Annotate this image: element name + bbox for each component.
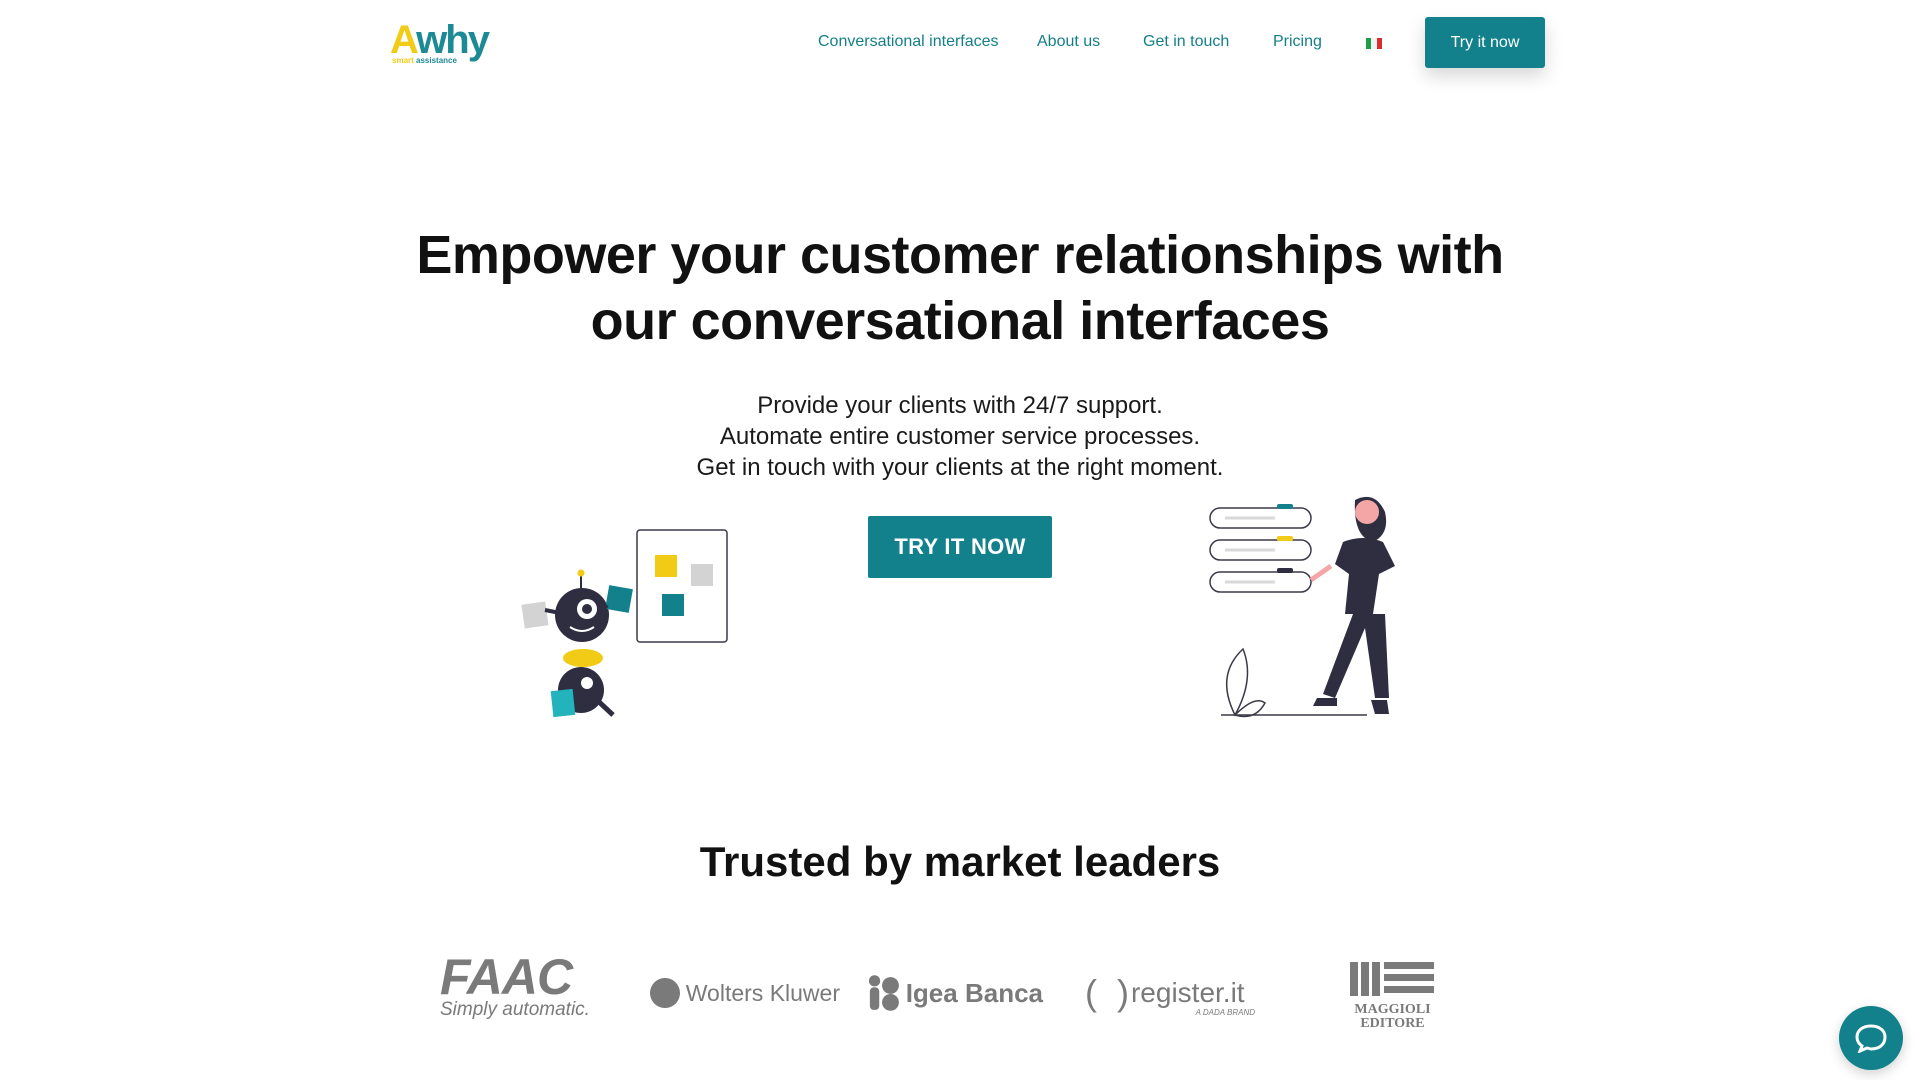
robots-illustration [521,529,728,718]
client-logo-maggioli: MAGGIOLI EDITORE [1345,960,1440,1031]
site-header: Awhy smart assistance Conversational int… [0,0,1920,86]
client-logo-faac: FAAC Simply automatic. [440,949,590,1020]
hero-subtitle-line: Automate entire customer service process… [719,423,1201,450]
hero-try-it-now-button[interactable]: TRY IT NOW [868,516,1052,578]
nav-pricing[interactable]: Pricing [1273,33,1322,51]
nav-get-in-touch[interactable]: Get in touch [1143,33,1229,51]
hero-subtitle: Provide your clients with 24/7 support. … [0,390,1920,483]
wolters-kluwer-icon [650,978,680,1008]
chat-bubble-icon [1855,1024,1887,1053]
awhy-logo[interactable]: Awhy smart assistance [390,18,490,68]
igea-banca-icon [868,975,899,1011]
italy-flag-icon[interactable] [1366,38,1382,49]
client-logo-wolters-kluwer: Wolters Kluwer [650,978,840,1008]
trusted-section-title: Trusted by market leaders [699,838,1221,885]
hero-subtitle-line: Provide your clients with 24/7 support. [757,392,1163,419]
hero-subtitle-line: Get in touch with your clients at the ri… [696,454,1224,481]
hero-title-line-2: our conversational interfaces [590,291,1330,351]
client-logo-register-it: ( ) register.it A DADA BRAND [1085,972,1255,1017]
woman-checklist-illustration [1209,496,1395,718]
chat-widget-button[interactable] [1839,1006,1903,1070]
register-parentheses-icon: ( ) [1085,972,1129,1013]
hero-title-line-1: Empower your customer relationships with [416,225,1504,285]
nav-conversational-interfaces[interactable]: Conversational interfaces [818,33,999,51]
client-logo-igea-banca: Igea Banca [868,973,1043,1013]
maggioli-icon [1349,962,1434,996]
nav-about-us[interactable]: About us [1037,33,1100,51]
hero-title: Empower your customer relationships with… [0,222,1920,354]
try-it-now-button[interactable]: Try it now [1425,17,1545,68]
